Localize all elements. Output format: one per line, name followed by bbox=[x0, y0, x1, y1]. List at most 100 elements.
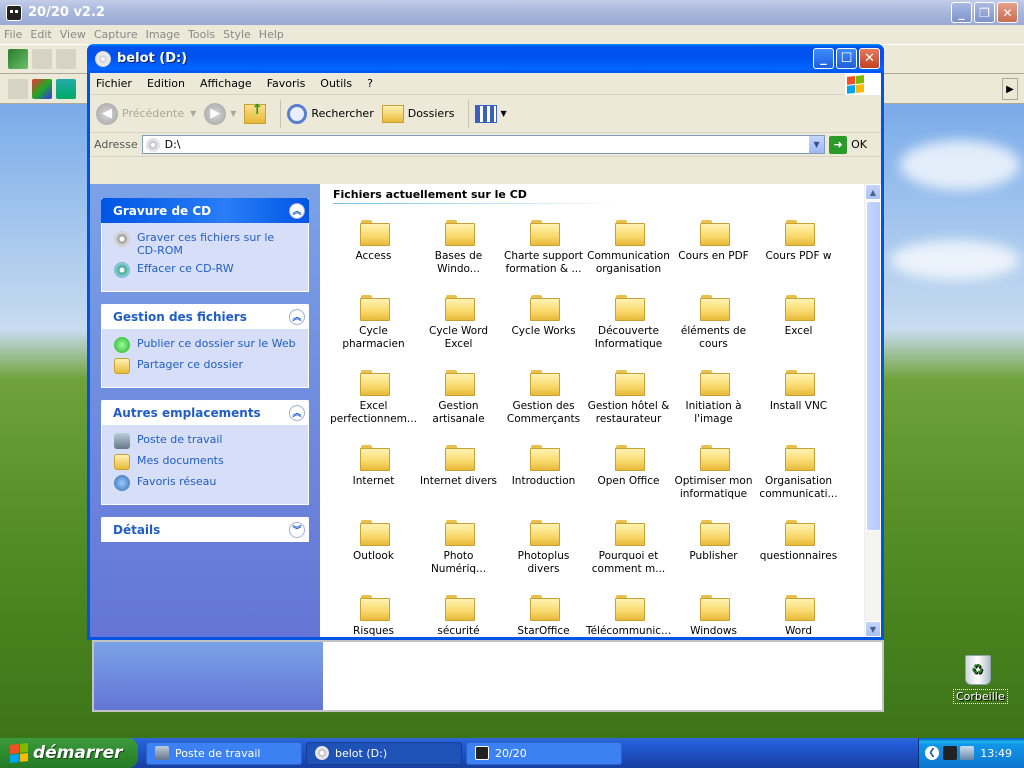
go-button[interactable]: ➜ OK bbox=[829, 135, 867, 154]
search-button[interactable]: Rechercher bbox=[287, 103, 374, 124]
collapse-chevron-icon[interactable]: ︽ bbox=[289, 308, 305, 325]
folder-item[interactable]: Excel perfectionnem... bbox=[330, 368, 417, 443]
vertical-scrollbar[interactable]: ▲ ▼ bbox=[864, 184, 881, 637]
task-belot[interactable]: belot (D:) bbox=[306, 741, 462, 765]
toolbar-scroll-right-icon[interactable]: ▶ bbox=[1002, 78, 1018, 100]
task-erase-cd[interactable]: Effacer ce CD-RW bbox=[114, 262, 296, 278]
folder-item[interactable]: Open Office bbox=[586, 443, 671, 518]
folder-item[interactable]: Introduction bbox=[501, 443, 586, 518]
folder-item[interactable]: Word bbox=[756, 593, 841, 637]
pencil-icon[interactable] bbox=[56, 49, 76, 69]
folder-item[interactable]: Initiation à l'image bbox=[671, 368, 756, 443]
folder-item[interactable]: Photoplus divers bbox=[501, 518, 586, 593]
folder-item[interactable]: Organisation communicati... bbox=[756, 443, 841, 518]
panel-header[interactable]: Détails ︾ bbox=[101, 517, 309, 542]
folder-item[interactable]: Cours PDF w bbox=[756, 218, 841, 293]
folder-item[interactable]: Internet divers bbox=[416, 443, 501, 518]
folder-item[interactable]: Communication organisation bbox=[586, 218, 671, 293]
cat-tray-icon[interactable] bbox=[943, 746, 957, 760]
folder-item[interactable]: Windows bbox=[671, 593, 756, 637]
app-menu-style[interactable]: Style bbox=[223, 28, 251, 41]
layers-icon[interactable] bbox=[56, 78, 76, 99]
tray-expand-icon[interactable]: ❮ bbox=[925, 746, 939, 760]
task-network-places[interactable]: Favoris réseau bbox=[114, 475, 296, 491]
close-button[interactable]: ✕ bbox=[859, 48, 880, 69]
scroll-down-icon[interactable]: ▼ bbox=[865, 621, 881, 637]
folder-item[interactable]: Risquesprofessionnels bbox=[331, 593, 416, 637]
folder-item[interactable]: Cycle Works bbox=[501, 293, 586, 368]
app-menu-file[interactable]: File bbox=[4, 28, 22, 41]
folder-item[interactable]: Gestion des Commerçants bbox=[501, 368, 586, 443]
copy-icon[interactable] bbox=[8, 78, 28, 99]
app-close-button[interactable]: ✕ bbox=[997, 2, 1018, 23]
task-my-computer[interactable]: Poste de travail bbox=[114, 433, 296, 449]
folder-item[interactable]: Excel bbox=[756, 293, 841, 368]
address-input[interactable]: D:\ ▼ bbox=[141, 135, 826, 154]
folder-item[interactable]: Access bbox=[331, 218, 416, 293]
folder-item[interactable]: Télécommunic...& informatique bbox=[586, 593, 671, 637]
forward-dropdown-icon[interactable]: ▼ bbox=[230, 109, 236, 118]
panel-header[interactable]: Gravure de CD ︽ bbox=[101, 198, 309, 223]
address-dropdown-icon[interactable]: ▼ bbox=[808, 136, 825, 153]
capture-icon[interactable] bbox=[8, 49, 28, 69]
folder-item[interactable]: Pourquoi et comment m... bbox=[586, 518, 671, 593]
recycle-bin-shortcut[interactable]: Corbeille bbox=[953, 655, 1008, 704]
folder-item[interactable]: Découverte Informatique bbox=[586, 293, 671, 368]
views-dropdown-icon[interactable]: ▼ bbox=[500, 109, 506, 118]
task-2020[interactable]: 20/20 bbox=[466, 741, 622, 765]
folder-item[interactable]: Publisher bbox=[671, 518, 756, 593]
panel-header[interactable]: Autres emplacements ︽ bbox=[101, 400, 309, 425]
folder-item[interactable]: Internet bbox=[331, 443, 416, 518]
scroll-up-icon[interactable]: ▲ bbox=[865, 184, 881, 200]
collapse-chevron-icon[interactable]: ︽ bbox=[289, 202, 305, 219]
back-dropdown-icon[interactable]: ▼ bbox=[190, 109, 196, 118]
menu-outils[interactable]: Outils bbox=[320, 77, 352, 90]
task-share-folder[interactable]: Partager ce dossier bbox=[114, 358, 296, 374]
palette-icon[interactable] bbox=[32, 78, 52, 99]
folder-item[interactable]: éléments de cours bbox=[671, 293, 756, 368]
minimize-button[interactable]: _ bbox=[813, 48, 834, 69]
up-folder-button[interactable]: ↑ bbox=[244, 102, 267, 124]
app-menu-edit[interactable]: Edit bbox=[30, 28, 51, 41]
folder-item[interactable]: Charte support formation & ... bbox=[501, 218, 586, 293]
menu-edition[interactable]: Edition bbox=[147, 77, 185, 90]
folder-item[interactable]: Photo Numériq... bbox=[416, 518, 501, 593]
network-tray-icon[interactable] bbox=[960, 746, 974, 760]
app-menu-view[interactable]: View bbox=[60, 28, 86, 41]
scroll-thumb[interactable] bbox=[866, 201, 881, 531]
start-button[interactable]: démarrer bbox=[0, 738, 138, 768]
panel-header[interactable]: Gestion des fichiers ︽ bbox=[101, 304, 309, 329]
folder-item[interactable]: StarOffice bbox=[501, 593, 586, 637]
task-my-documents[interactable]: Mes documents bbox=[114, 454, 296, 470]
folder-item[interactable]: Install VNC bbox=[756, 368, 841, 443]
menu-fichier[interactable]: Fichier bbox=[96, 77, 132, 90]
task-poste-de-travail[interactable]: Poste de travail bbox=[146, 741, 302, 765]
folder-item[interactable]: Cycle pharmacien bbox=[331, 293, 416, 368]
folders-button[interactable]: Dossiers bbox=[381, 104, 454, 123]
app-restore-button[interactable]: ❐ bbox=[974, 2, 995, 23]
app-menu-image[interactable]: Image bbox=[146, 28, 180, 41]
menu-favoris[interactable]: Favoris bbox=[267, 77, 306, 90]
app-minimize-button[interactable]: _ bbox=[951, 2, 972, 23]
pointer-icon[interactable] bbox=[32, 49, 52, 69]
task-publish-web[interactable]: Publier ce dossier sur le Web bbox=[114, 337, 296, 353]
menu-affichage[interactable]: Affichage bbox=[200, 77, 252, 90]
views-button[interactable]: ▼ bbox=[475, 104, 507, 123]
folder-item[interactable]: Optimiser mon informatique bbox=[671, 443, 756, 518]
folder-item[interactable]: Cours en PDF bbox=[671, 218, 756, 293]
folder-item[interactable]: questionnaires bbox=[756, 518, 841, 593]
folder-item[interactable]: sécurité bbox=[416, 593, 501, 637]
menu-help[interactable]: ? bbox=[367, 77, 373, 90]
task-burn-cd[interactable]: Graver ces fichiers sur le CD-ROM bbox=[114, 231, 296, 257]
folder-item[interactable]: Cycle Word Excel bbox=[416, 293, 501, 368]
folder-item[interactable]: Gestion artisanale bbox=[416, 368, 501, 443]
folder-item[interactable]: Gestion hôtel & restaurateur bbox=[586, 368, 671, 443]
app-menu-capture[interactable]: Capture bbox=[94, 28, 138, 41]
folder-item[interactable]: Outlook bbox=[331, 518, 416, 593]
forward-button[interactable]: ▶ ▼ bbox=[204, 102, 236, 125]
expand-chevron-icon[interactable]: ︾ bbox=[289, 521, 305, 538]
app-menu-tools[interactable]: Tools bbox=[188, 28, 215, 41]
app-menu-help[interactable]: Help bbox=[259, 28, 284, 41]
collapse-chevron-icon[interactable]: ︽ bbox=[289, 404, 305, 421]
back-button[interactable]: ◀ Précédente ▼ bbox=[96, 102, 196, 125]
